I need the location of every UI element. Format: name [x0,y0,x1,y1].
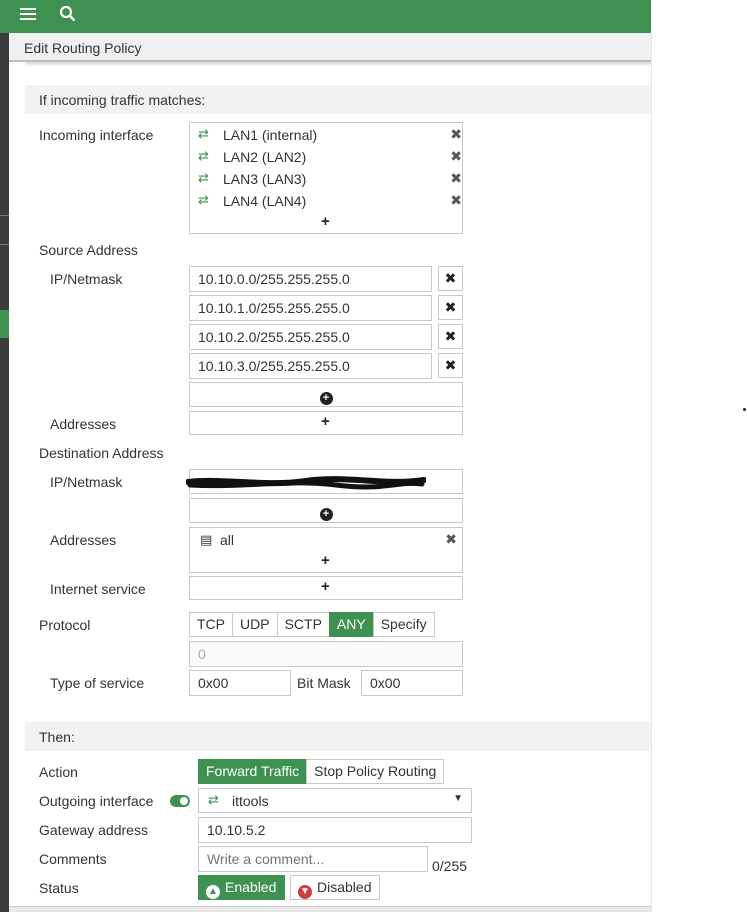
remove-ip-button[interactable]: ✖ [438,324,463,349]
redaction-scribble [186,476,426,490]
title-shadow [25,62,651,67]
internet-service-label: Internet service [50,581,146,597]
menu-icon[interactable] [20,5,36,25]
source-addresses-label: Addresses [50,416,117,432]
bottom-bar [9,906,651,912]
status-disabled-button[interactable]: ▼ Disabled [290,875,381,900]
remove-icon[interactable]: ✖ [450,192,462,209]
nav-divider [0,244,9,245]
comments-counter: 0/255 [432,858,468,874]
shuffle-icon: ⇄ [198,126,209,141]
source-ip-field[interactable]: 10.10.2.0/255.255.255.0 [189,324,432,350]
nav-divider [0,215,9,216]
top-bar [0,0,651,33]
incoming-interface-list[interactable]: ⇄ LAN1 (internal) ✖ ⇄ LAN2 (LAN2) ✖ ⇄ LA… [189,122,463,234]
nav-active-marker[interactable] [0,310,9,338]
add-destination-ip-button[interactable]: + [189,498,463,523]
add-internet-service-button[interactable]: + [321,578,330,595]
action-label: Action [39,764,78,780]
interface-item: ⇄ LAN1 (internal) ✖ [198,125,462,147]
status-disabled-label: Disabled [317,879,372,895]
protocol-option-udp[interactable]: UDP [232,612,278,637]
gateway-field[interactable]: 10.10.5.2 [198,817,472,843]
section-title: Then: [39,729,75,745]
gateway-label: Gateway address [39,822,148,838]
shuffle-icon: ⇄ [198,148,209,163]
internet-service-field[interactable]: + [189,576,463,600]
destination-ip-label: IP/Netmask [50,474,123,490]
address-object-icon: ▤ [200,532,213,547]
action-selector: Forward Traffic Stop Policy Routing [198,759,445,784]
tos-label: Type of service [50,675,145,691]
search-icon[interactable] [59,5,76,26]
interface-item-label: LAN3 (LAN3) [223,171,307,187]
tos-field[interactable]: 0x00 [189,670,291,696]
protocol-option-any[interactable]: ANY [328,612,374,637]
remove-icon[interactable]: ✖ [450,170,462,187]
protocol-label: Protocol [39,617,91,633]
left-nav-strip [0,33,9,912]
section-title: If incoming traffic matches: [39,92,206,108]
chevron-down-icon: ▼ [453,793,463,804]
outgoing-interface-label: Outgoing interface [39,793,154,809]
remove-ip-button[interactable]: ✖ [438,295,463,320]
destination-address-label: Destination Address [39,445,164,461]
add-destination-address-button[interactable]: + [321,552,330,569]
remove-icon[interactable]: ✖ [450,148,462,165]
interface-item: ⇄ LAN4 (LAN4) ✖ [198,191,462,213]
protocol-number-field[interactable]: 0 [189,641,463,667]
outgoing-interface-select[interactable]: ⇄ ittools ▼ [198,788,472,813]
interface-item: ⇄ LAN2 (LAN2) ✖ [198,147,462,169]
action-forward-traffic[interactable]: Forward Traffic [198,759,308,784]
remove-icon[interactable]: ✖ [445,531,457,548]
bitmask-field[interactable]: 0x00 [361,670,463,696]
status-enabled-button[interactable]: ▲ Enabled [198,875,286,900]
title-bar: Edit Routing Policy [9,33,651,62]
remove-ip-button[interactable]: ✖ [438,353,463,378]
add-source-address-button[interactable]: + [321,413,330,430]
add-source-ip-button[interactable]: + [189,382,463,407]
source-ip-field[interactable]: 10.10.0.0/255.255.255.0 [189,266,432,292]
shuffle-icon: ⇄ [198,170,209,185]
protocol-option-specify[interactable]: Specify [372,612,435,637]
remove-icon[interactable]: ✖ [450,126,462,143]
add-interface-button[interactable]: + [321,213,330,230]
protocol-option-sctp[interactable]: SCTP [276,612,330,637]
circle-plus-icon: + [319,508,333,521]
destination-addresses-label: Addresses [50,532,117,548]
address-item-label: all [220,532,235,548]
outgoing-interface-value: ittools [232,793,269,809]
circle-plus-icon: + [319,392,333,405]
shuffle-icon: ⇄ [198,192,209,207]
status-label: Status [39,880,79,896]
bitmask-label: Bit Mask [297,675,351,691]
page-title: Edit Routing Policy [24,40,142,56]
arrow-down-circle-icon: ▼ [298,885,312,899]
protocol-selector: TCP UDP SCTP ANY Specify [189,612,435,637]
comments-textarea[interactable] [198,846,428,872]
destination-addresses-list[interactable]: ▤ all ✖ + [189,527,463,573]
section-header-then: Then: [25,722,651,751]
action-stop-policy-routing[interactable]: Stop Policy Routing [306,759,445,784]
stray-dot [743,408,746,411]
source-address-label: Source Address [39,242,138,258]
outgoing-interface-toggle[interactable] [170,795,190,807]
comments-label: Comments [39,851,107,867]
protocol-option-tcp[interactable]: TCP [189,612,233,637]
source-ip-label: IP/Netmask [50,271,123,287]
source-addresses-field[interactable]: + [189,411,463,435]
source-ip-field[interactable]: 10.10.1.0/255.255.255.0 [189,295,432,321]
remove-ip-button[interactable]: ✖ [438,266,463,291]
interface-item-label: LAN2 (LAN2) [223,149,307,165]
interface-item: ⇄ LAN3 (LAN3) ✖ [198,169,462,191]
source-ip-field[interactable]: 10.10.3.0/255.255.255.0 [189,353,432,379]
status-enabled-label: Enabled [225,879,277,895]
incoming-interface-label: Incoming interface [39,127,154,143]
arrow-up-circle-icon: ▲ [206,885,220,899]
interface-item-label: LAN4 (LAN4) [223,193,307,209]
panel-edge [651,33,652,912]
shuffle-icon: ⇄ [208,792,219,807]
section-header-match: If incoming traffic matches: [25,85,651,114]
interface-item-label: LAN1 (internal) [223,127,318,143]
